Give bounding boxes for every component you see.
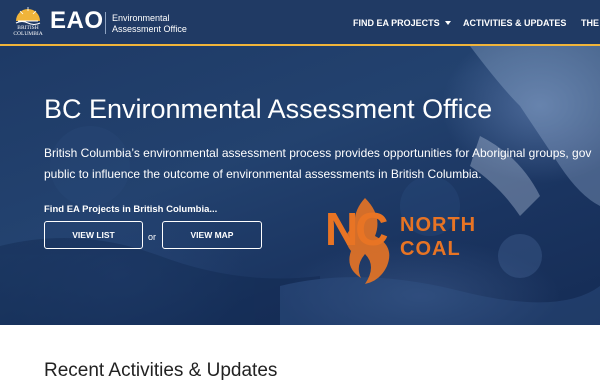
nav-find-ea-projects[interactable]: FIND EA PROJECTS [353,0,451,46]
find-projects-label: Find EA Projects in British Columbia... [44,204,218,215]
bc-sun-logo-icon [15,7,41,25]
nav-activities-updates[interactable]: ACTIVITIES & UPDATES [463,0,566,46]
site-header: BRITISH COLUMBIA EAO Environmental Asses… [0,0,600,46]
header-divider [105,12,106,34]
view-list-button[interactable]: VIEW LIST [44,221,143,249]
description-line: public to influence the outcome of envir… [44,167,482,181]
hero-banner: BC Environmental Assessment Office Briti… [0,46,600,325]
site-abbr[interactable]: EAO [50,7,104,35]
caret-down-icon [444,21,451,25]
nav-label: FIND EA PROJECTS [353,18,440,28]
nav-label: ACTIVITIES & UPDATES [463,18,567,28]
watermark-initials: NC [325,203,388,255]
office-name: Environmental Assessment Office [112,13,187,34]
logo-text: BRITISH COLUMBIA [13,25,43,37]
description-line: British Columbia’s environmental assessm… [44,146,592,160]
hero-description: British Columbia’s environmental assessm… [44,143,600,185]
nav-label: THE [581,18,599,28]
page-title: BC Environmental Assessment Office [44,94,493,124]
section-title: Recent Activities & Updates [44,360,278,381]
watermark-line1: NORTH [400,214,477,236]
view-map-button[interactable]: VIEW MAP [162,221,262,249]
north-coal-watermark: NC NORTH COAL [325,196,515,286]
bc-logo[interactable]: BRITISH COLUMBIA [10,5,46,39]
watermark-line2: COAL [400,238,461,260]
nav-the[interactable]: THE [581,0,599,46]
or-separator: or [148,232,157,242]
